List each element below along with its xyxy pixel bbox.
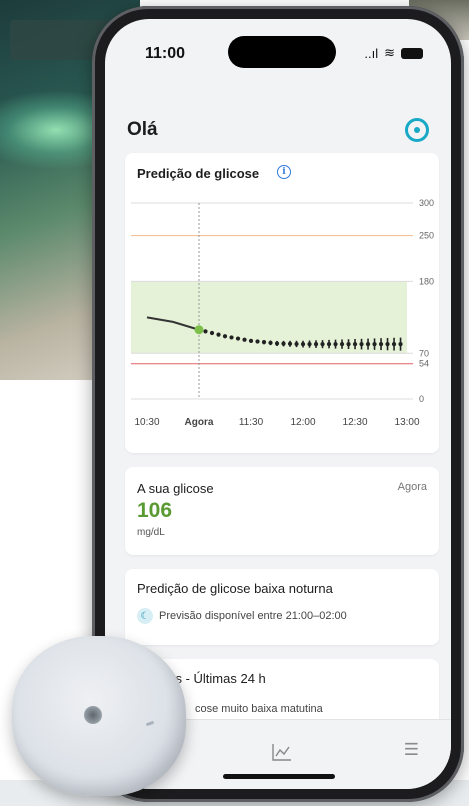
x-tick-label: 11:30 bbox=[239, 417, 264, 428]
y-tick-label: 0 bbox=[419, 394, 424, 404]
nocturnal-availability-text: Previsão disponível entre 21:00–02:00 bbox=[159, 610, 347, 622]
prediction-point bbox=[333, 342, 338, 347]
y-tick-label: 300 bbox=[419, 198, 434, 208]
notifications-subtitle: cose muito baixa matutina bbox=[195, 703, 323, 715]
prediction-point bbox=[248, 338, 254, 343]
prediction-point bbox=[339, 342, 345, 347]
prediction-point bbox=[365, 342, 371, 347]
prediction-point bbox=[300, 342, 306, 347]
sensor-status-button[interactable] bbox=[405, 118, 429, 142]
status-bar: 11:00 ..ıl ≋ bbox=[105, 19, 451, 79]
prediction-point bbox=[398, 342, 403, 347]
x-tick-label: Agora bbox=[185, 417, 214, 428]
status-time: 11:00 bbox=[145, 45, 186, 62]
prediction-point bbox=[372, 342, 377, 347]
greeting-title: Olá bbox=[127, 119, 158, 140]
chart-icon bbox=[272, 744, 291, 761]
glucose-prediction-card[interactable]: Predição de glicose i 300 250 180 70 54 0 10:3… bbox=[125, 153, 439, 453]
prediction-point bbox=[222, 334, 228, 339]
prediction-point bbox=[229, 335, 234, 340]
prediction-point bbox=[274, 341, 280, 346]
info-icon[interactable]: i bbox=[277, 165, 291, 179]
prediction-point bbox=[320, 342, 325, 347]
x-tick-label: 12:00 bbox=[291, 417, 316, 428]
x-tick-label: 13:00 bbox=[395, 417, 420, 428]
current-glucose-card[interactable]: A sua glicose Agora 106 mg/dL bbox=[125, 467, 439, 555]
glucose-label: A sua glicose bbox=[137, 481, 214, 496]
wifi-icon: ≋ bbox=[384, 45, 395, 60]
sensor-notch bbox=[145, 720, 155, 727]
glucose-value: 106 bbox=[137, 499, 173, 522]
prediction-point bbox=[378, 342, 384, 347]
prediction-point bbox=[216, 332, 221, 337]
y-tick-label: 250 bbox=[419, 231, 434, 241]
prediction-point bbox=[352, 342, 358, 347]
prediction-point bbox=[326, 342, 332, 347]
prediction-point bbox=[261, 340, 267, 345]
battery-icon bbox=[401, 47, 423, 59]
menu-tab-icon[interactable]: ☰ bbox=[404, 740, 419, 760]
prediction-point bbox=[359, 342, 364, 347]
nocturnal-title: Predição de glicose baixa noturna bbox=[137, 581, 333, 596]
prediction-point bbox=[209, 330, 215, 336]
glucose-prediction-chart: 300 250 180 7054 0 10:30 Agora 11:30 12:00 12:30 1… bbox=[131, 198, 434, 428]
prediction-point bbox=[203, 329, 208, 334]
status-icons: ..ıl ≋ bbox=[364, 45, 423, 61]
dynamic-island bbox=[228, 36, 336, 68]
prediction-point bbox=[307, 342, 312, 347]
prediction-point bbox=[281, 341, 286, 346]
prediction-point bbox=[268, 340, 273, 345]
prediction-point bbox=[346, 342, 351, 347]
prediction-point bbox=[294, 341, 299, 347]
sensor-center-dot bbox=[84, 706, 102, 724]
y-tick-label: 54 bbox=[419, 359, 429, 369]
chart-tab-icon[interactable] bbox=[271, 742, 293, 767]
prediction-point bbox=[242, 337, 247, 342]
prediction-point bbox=[313, 342, 319, 347]
x-tick-label: 10:30 bbox=[134, 417, 159, 428]
signal-icon: ..ıl bbox=[364, 45, 379, 61]
prediction-point bbox=[385, 342, 390, 347]
prediction-point bbox=[255, 339, 260, 344]
nocturnal-low-prediction-card[interactable]: Predição de glicose baixa noturna ☾ Prev… bbox=[125, 569, 439, 645]
prediction-point bbox=[391, 342, 397, 347]
y-tick-label: 180 bbox=[419, 276, 434, 286]
x-tick-label: 12:30 bbox=[343, 417, 368, 428]
cgm-sensor-device bbox=[12, 636, 186, 796]
y-tick-label: 70 bbox=[419, 348, 429, 358]
moon-clock-icon: ☾ bbox=[137, 608, 153, 624]
glucose-unit: mg/dL bbox=[137, 527, 165, 538]
chart-title: Predição de glicose bbox=[137, 166, 260, 181]
prediction-point bbox=[287, 341, 293, 346]
current-glucose-dot bbox=[194, 325, 204, 335]
prediction-point bbox=[235, 336, 241, 341]
home-indicator bbox=[223, 774, 335, 779]
glucose-time: Agora bbox=[397, 481, 427, 493]
